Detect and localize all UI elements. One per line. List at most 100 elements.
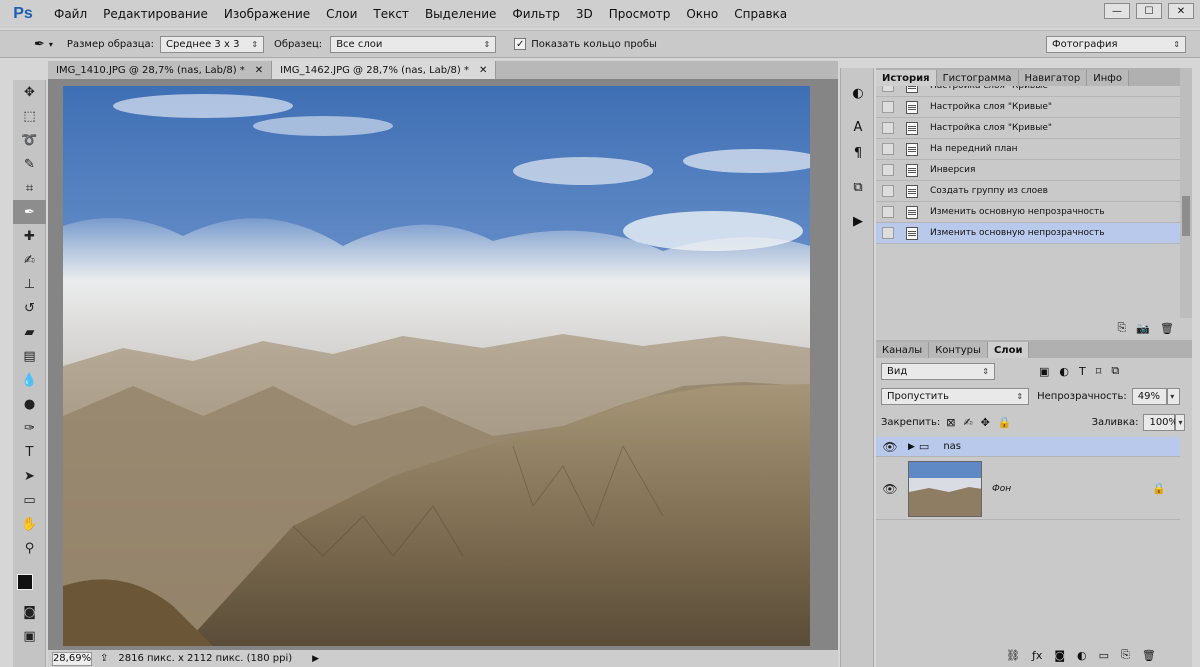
opacity-field[interactable]: 49% — [1131, 387, 1168, 405]
show-ring-checkbox[interactable]: ✓ — [514, 38, 527, 50]
brush-tool-icon[interactable]: ✍ — [13, 248, 46, 272]
filter-adjustment-icon[interactable]: ◐ — [1059, 365, 1069, 378]
history-item[interactable]: Инверсия — [876, 160, 1180, 181]
quick-selection-tool-icon[interactable]: ✎ — [13, 152, 46, 176]
zoom-field[interactable]: 28,69% — [52, 651, 92, 666]
type-tool-icon[interactable]: T — [13, 440, 46, 464]
new-layer-icon[interactable]: ⎘ — [1121, 648, 1130, 662]
menu-3d[interactable]: 3D — [568, 7, 601, 21]
fx-icon[interactable]: ƒx — [1032, 649, 1042, 662]
layer-filter-select[interactable]: Вид ⇕ — [881, 362, 995, 380]
history-scrollbar[interactable] — [1180, 86, 1192, 318]
screen-mode-icon[interactable]: ▣ — [13, 624, 46, 648]
canvas-area[interactable] — [48, 79, 838, 650]
menu-type[interactable]: Текст — [365, 7, 417, 21]
menu-window[interactable]: Окно — [678, 7, 726, 21]
lock-position-icon[interactable]: ✥ — [981, 416, 990, 429]
filter-pixel-icon[interactable]: ▣ — [1039, 365, 1049, 378]
status-menu-arrow-icon[interactable]: ▶ — [312, 654, 319, 664]
visibility-eye-icon[interactable]: 👁 — [876, 482, 904, 496]
new-document-from-state-icon[interactable]: ⎘ — [1118, 321, 1127, 335]
export-icon[interactable]: ⇪ — [100, 653, 108, 664]
history-scroll-thumb[interactable] — [1182, 196, 1190, 236]
crop-tool-icon[interactable]: ⌗ — [13, 176, 46, 200]
quick-mask-icon[interactable]: ◙ — [13, 600, 46, 624]
history-item[interactable]: Настройка слоя "Кривые" — [876, 86, 1180, 97]
workspace-select[interactable]: Фотография ⇕ — [1046, 35, 1186, 53]
sample-select[interactable]: Все слои ⇕ — [330, 35, 497, 53]
healing-brush-tool-icon[interactable]: ✚ — [13, 224, 46, 248]
panel-scrollbar[interactable] — [1180, 68, 1192, 88]
character-icon[interactable]: A — [841, 114, 875, 140]
tab-info[interactable]: Инфо — [1087, 70, 1129, 86]
move-tool-icon[interactable]: ✥ — [13, 80, 46, 104]
delete-state-icon[interactable]: 🗑 — [1160, 322, 1174, 335]
history-checkbox[interactable] — [882, 227, 894, 239]
marquee-tool-icon[interactable]: ⬚ — [13, 104, 46, 128]
history-checkbox[interactable] — [882, 86, 894, 92]
document-image[interactable] — [63, 86, 810, 646]
history-item[interactable]: На передний план — [876, 139, 1180, 160]
close-icon[interactable]: ✕ — [479, 65, 487, 76]
close-button[interactable]: ✕ — [1168, 3, 1194, 19]
menu-filter[interactable]: Фильтр — [504, 7, 567, 21]
tab-paths[interactable]: Контуры — [929, 342, 988, 358]
filter-smart-object-icon[interactable]: ⧉ — [1111, 364, 1119, 378]
history-item[interactable]: Создать группу из слоев — [876, 181, 1180, 202]
tab-navigator[interactable]: Навигатор — [1018, 70, 1088, 86]
visibility-eye-icon[interactable]: 👁 — [876, 440, 904, 454]
rectangle-tool-icon[interactable]: ▭ — [13, 488, 46, 512]
filter-shape-icon[interactable]: ⌑ — [1096, 365, 1102, 378]
fill-field[interactable]: 100% — [1143, 413, 1178, 431]
actions-play-icon[interactable]: ▶ — [841, 208, 875, 234]
expand-arrow-icon[interactable]: ▶ — [908, 442, 915, 452]
tool-preset-chevron-icon[interactable]: ▾ — [49, 40, 53, 49]
tab-img-1410[interactable]: IMG_1410.JPG @ 28,7% (nas, Lab/8) * ✕ — [48, 61, 273, 79]
add-mask-icon[interactable]: ◙ — [1054, 649, 1065, 662]
eyedropper-tool-icon[interactable]: ✒ — [13, 200, 46, 224]
menu-layers[interactable]: Слои — [318, 7, 365, 21]
dodge-tool-icon[interactable]: ● — [13, 392, 46, 416]
gradient-tool-icon[interactable]: ▤ — [13, 344, 46, 368]
history-item[interactable]: Изменить основную непрозрачность — [876, 202, 1180, 223]
color-swatches[interactable] — [13, 560, 45, 600]
close-icon[interactable]: ✕ — [255, 65, 263, 76]
foreground-color-swatch[interactable] — [17, 574, 33, 590]
history-checkbox[interactable] — [882, 185, 894, 197]
pen-tool-icon[interactable]: ✑ — [13, 416, 46, 440]
lock-transparent-pixels-icon[interactable]: ⊠ — [946, 416, 955, 429]
lock-all-icon[interactable]: 🔒 — [998, 416, 1012, 429]
menu-view[interactable]: Просмотр — [601, 7, 679, 21]
menu-select[interactable]: Выделение — [417, 7, 504, 21]
layer-group-nas[interactable]: 👁 ▶ ▭ nas — [876, 437, 1180, 457]
hand-tool-icon[interactable]: ✋ — [13, 512, 46, 536]
history-checkbox[interactable] — [882, 164, 894, 176]
menu-edit[interactable]: Редактирование — [95, 7, 216, 21]
lasso-tool-icon[interactable]: ➰ — [13, 128, 46, 152]
layer-comps-icon[interactable]: ⧉ — [841, 174, 875, 200]
tab-histogram[interactable]: Гистограмма — [936, 70, 1019, 86]
maximize-button[interactable]: ☐ — [1136, 3, 1162, 19]
sample-size-select[interactable]: Среднее 3 x 3 ⇕ — [160, 35, 265, 53]
history-checkbox[interactable] — [882, 122, 894, 134]
eyedropper-icon[interactable]: ✒ — [34, 37, 45, 52]
delete-layer-icon[interactable]: 🗑 — [1142, 649, 1156, 662]
adjustments-icon[interactable]: ◐ — [841, 80, 875, 106]
tab-layers[interactable]: Слои — [987, 342, 1030, 358]
history-brush-tool-icon[interactable]: ↺ — [13, 296, 46, 320]
history-checkbox[interactable] — [882, 101, 894, 113]
blend-mode-select[interactable]: Пропустить ⇕ — [881, 387, 1030, 405]
menu-help[interactable]: Справка — [726, 7, 795, 21]
filter-type-icon[interactable]: T — [1079, 365, 1086, 378]
fill-dropdown[interactable]: ▾ — [1175, 413, 1186, 431]
zoom-tool-icon[interactable]: ⚲ — [13, 536, 46, 560]
layer-background[interactable]: 👁 Фон 🔒 — [876, 458, 1180, 520]
tab-history[interactable]: История — [876, 70, 937, 86]
new-snapshot-icon[interactable]: 📷 — [1136, 322, 1150, 335]
lock-image-pixels-icon[interactable]: ✍ — [963, 416, 972, 429]
history-item[interactable]: Настройка слоя "Кривые" — [876, 97, 1180, 118]
new-group-icon[interactable]: ▭ — [1099, 649, 1109, 662]
minimize-button[interactable]: — — [1104, 3, 1130, 19]
opacity-dropdown[interactable]: ▾ — [1167, 387, 1180, 405]
history-checkbox[interactable] — [882, 206, 894, 218]
